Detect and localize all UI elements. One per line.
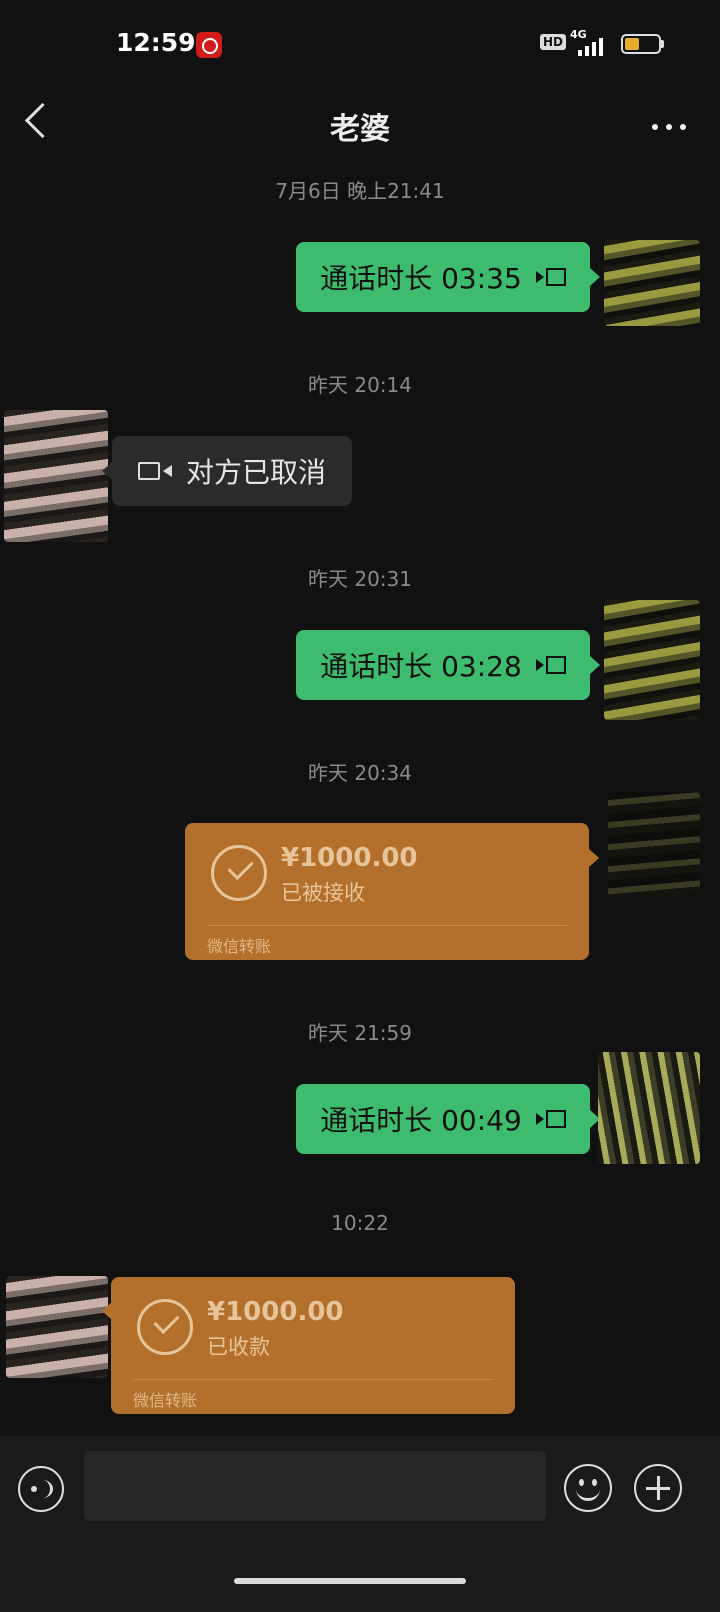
transfer-status: 已被接收 [281, 881, 365, 905]
more-dots-icon[interactable] [652, 124, 688, 132]
transfer-card[interactable]: ¥1000.00 已收款 微信转账 [111, 1277, 515, 1414]
timestamp: 昨天 20:34 [308, 761, 412, 785]
call-text: 通话时长 00:49 [320, 1104, 522, 1137]
my-avatar[interactable] [604, 240, 700, 326]
bubble-tail [590, 656, 600, 674]
transfer-card[interactable]: ¥1000.00 已被接收 微信转账 [185, 823, 589, 960]
voice-icon[interactable] [18, 1466, 64, 1512]
emoji-icon[interactable] [564, 1464, 612, 1512]
hd-icon: HD [540, 34, 567, 50]
battery-cap [661, 40, 664, 48]
bubble-tail [589, 849, 599, 867]
app-badge-icon [196, 32, 222, 58]
timestamp: 7月6日 晚上21:41 [275, 179, 445, 203]
transfer-footer: 微信转账 [207, 937, 272, 956]
timestamp: 10:22 [331, 1211, 389, 1235]
timestamp: 昨天 21:59 [308, 1021, 412, 1045]
divider [133, 1379, 493, 1380]
timestamp: 昨天 20:14 [308, 373, 412, 397]
check-circle-icon [137, 1299, 193, 1355]
message-input[interactable] [84, 1451, 546, 1521]
video-call-icon [535, 654, 566, 676]
transfer-footer: 微信转账 [133, 1391, 198, 1410]
check-circle-icon [211, 845, 267, 901]
transfer-amount: ¥1000.00 [207, 1297, 344, 1327]
home-indicator[interactable] [234, 1578, 466, 1584]
battery-level [625, 38, 639, 50]
video-call-icon [535, 266, 566, 288]
transfer-status: 已收款 [207, 1335, 270, 1359]
timestamp: 昨天 20:31 [308, 567, 412, 591]
divider [207, 925, 567, 926]
call-text: 对方已取消 [186, 456, 327, 489]
call-record-bubble[interactable]: 通话时长 00:49 [296, 1084, 590, 1154]
call-record-bubble[interactable]: 对方已取消 [112, 436, 352, 506]
my-avatar[interactable] [608, 792, 700, 896]
call-text: 通话时长 03:28 [320, 650, 522, 683]
transfer-amount: ¥1000.00 [281, 843, 418, 873]
my-avatar[interactable] [604, 600, 700, 720]
plus-icon[interactable] [634, 1464, 682, 1512]
chat-title: 老婆 [330, 112, 390, 147]
video-call-icon [535, 1108, 566, 1130]
bubble-tail [590, 268, 600, 286]
signal-icon [578, 36, 610, 56]
contact-avatar[interactable] [4, 410, 108, 542]
status-time: 12:59 [116, 28, 196, 57]
contact-avatar[interactable] [6, 1276, 108, 1378]
call-text: 通话时长 03:35 [320, 262, 522, 295]
my-avatar[interactable] [598, 1052, 700, 1164]
call-record-bubble[interactable]: 通话时长 03:35 [296, 242, 590, 312]
video-call-icon [138, 460, 172, 482]
call-record-bubble[interactable]: 通话时长 03:28 [296, 630, 590, 700]
bubble-tail [102, 462, 112, 480]
